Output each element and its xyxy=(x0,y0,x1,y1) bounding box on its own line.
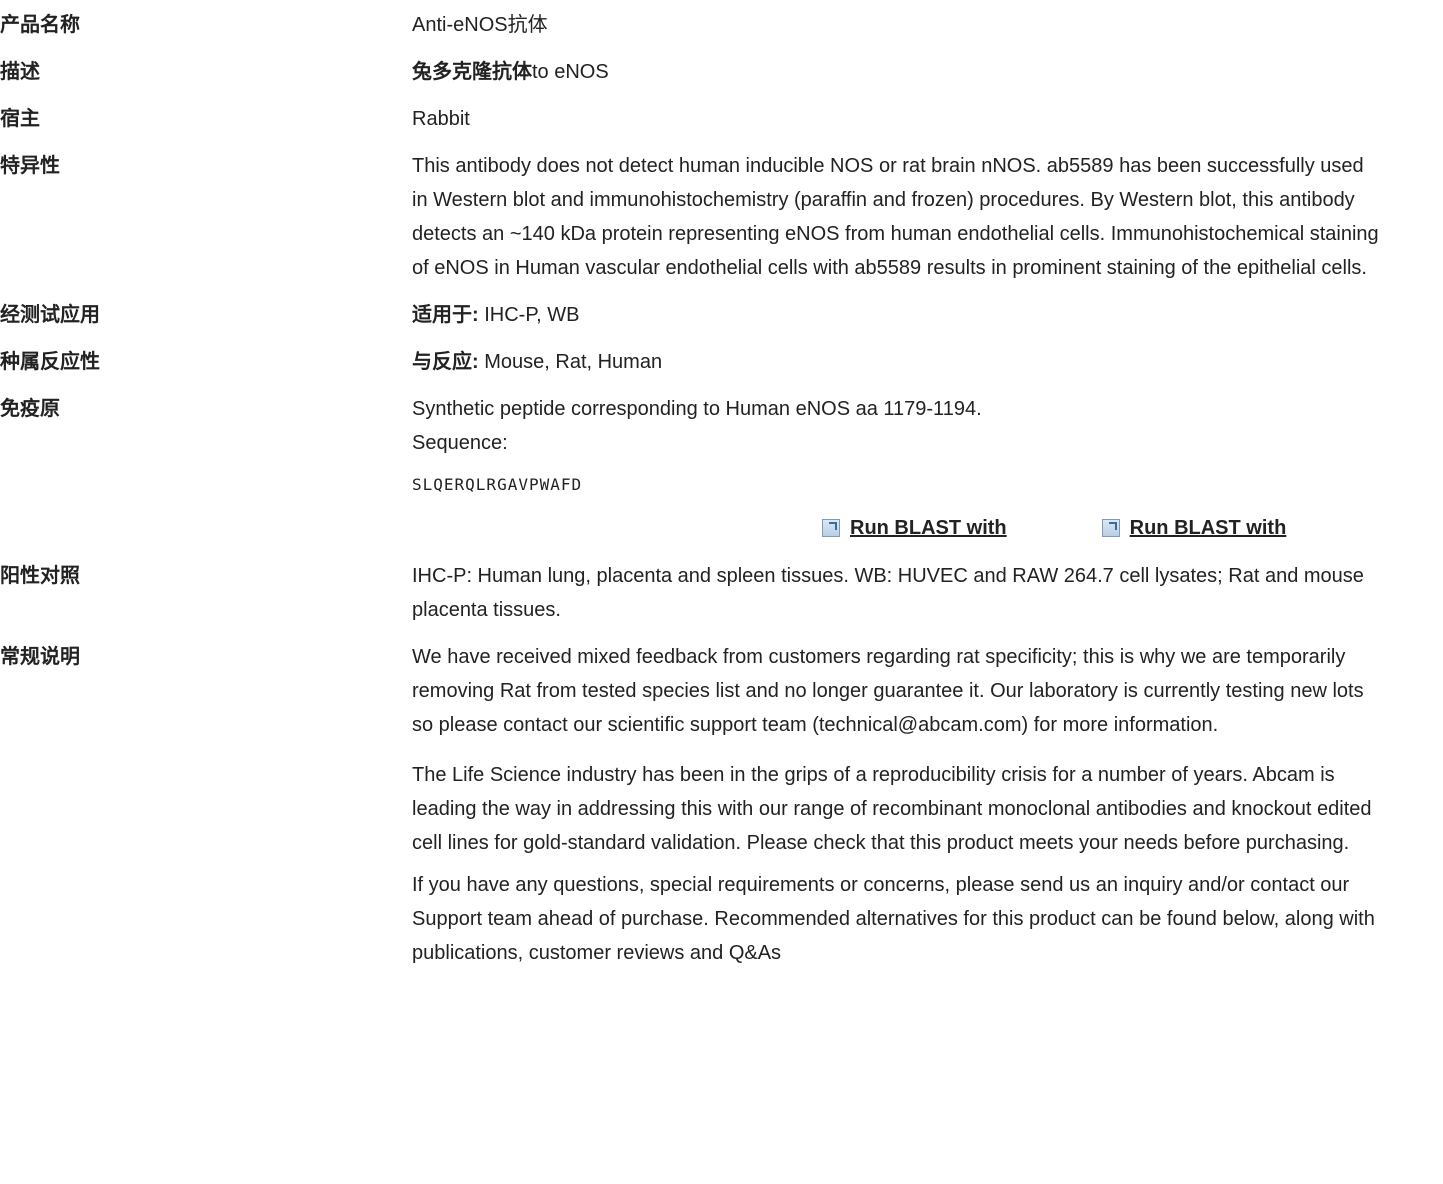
value-immunogen: Synthetic peptide corresponding to Human… xyxy=(412,392,1382,546)
label-specificity: 特异性 xyxy=(0,155,60,177)
label-description: 描述 xyxy=(0,61,40,83)
applications-bold: 适用于: xyxy=(412,304,479,326)
label-general-notes: 常规说明 xyxy=(0,646,80,668)
applications-rest: IHC-P, WB xyxy=(478,304,580,326)
value-host: Rabbit xyxy=(412,108,470,130)
run-blast-label-2: Run BLAST with xyxy=(1129,517,1287,539)
value-description: 兔多克隆抗体to eNOS xyxy=(412,55,1382,89)
notes-gap xyxy=(412,742,1382,758)
reactivity-bold: 与反应: xyxy=(412,351,479,373)
notes-paragraph-2: The Life Science industry has been in th… xyxy=(412,764,1372,854)
external-link-icon xyxy=(1101,519,1120,537)
run-blast-label-1: Run BLAST with xyxy=(850,517,1007,539)
label-product-name: 产品名称 xyxy=(0,14,80,36)
run-blast-link-2[interactable]: Run BLAST with xyxy=(1101,511,1287,545)
row-applications: 经测试应用 适用于: IHC-P, WB xyxy=(0,298,1443,332)
label-reactivity: 种属反应性 xyxy=(0,351,100,373)
row-general-notes: 常规说明 We have received mixed feedback fro… xyxy=(0,640,1443,970)
notes-gap-2 xyxy=(412,860,1382,868)
label-positive-control: 阳性对照 xyxy=(0,565,80,587)
value-specificity: This antibody does not detect human indu… xyxy=(412,155,1379,279)
blast-links: Run BLAST with Run BLAST with xyxy=(412,510,1382,546)
notes-paragraph-3: If you have any questions, special requi… xyxy=(412,874,1375,964)
reactivity-rest: Mouse, Rat, Human xyxy=(478,351,663,373)
immunogen-sequence: SLQERQLRGAVPWAFD xyxy=(412,475,583,494)
label-applications: 经测试应用 xyxy=(0,304,100,326)
value-product-name: Anti-eNOS抗体 xyxy=(412,14,548,36)
row-immunogen: 免疫原 Synthetic peptide corresponding to H… xyxy=(0,392,1443,546)
value-general-notes: We have received mixed feedback from cus… xyxy=(412,640,1382,970)
product-datasheet-table: 产品名称 Anti-eNOS抗体 描述 兔多克隆抗体to eNOS 宿主 Rab… xyxy=(0,0,1443,970)
label-host: 宿主 xyxy=(0,108,40,130)
row-product-name: 产品名称 Anti-eNOS抗体 xyxy=(0,8,1443,42)
value-applications: 适用于: IHC-P, WB xyxy=(412,298,1382,332)
immunogen-line1: Synthetic peptide corresponding to Human… xyxy=(412,398,982,420)
value-reactivity: 与反应: Mouse, Rat, Human xyxy=(412,345,1382,379)
notes-paragraph-1: We have received mixed feedback from cus… xyxy=(412,646,1364,736)
row-positive-control: 阳性对照 IHC-P: Human lung, placenta and spl… xyxy=(0,559,1443,627)
description-bold: 兔多克隆抗体 xyxy=(412,61,532,83)
label-immunogen: 免疫原 xyxy=(0,398,60,420)
row-description: 描述 兔多克隆抗体to eNOS xyxy=(0,55,1443,89)
description-rest: to eNOS xyxy=(532,61,609,83)
row-reactivity: 种属反应性 与反应: Mouse, Rat, Human xyxy=(0,345,1443,379)
value-positive-control: IHC-P: Human lung, placenta and spleen t… xyxy=(412,565,1364,621)
external-link-icon xyxy=(822,519,840,537)
immunogen-line2: Sequence: xyxy=(412,432,508,454)
run-blast-link-1[interactable]: Run BLAST with xyxy=(822,511,1007,545)
row-host: 宿主 Rabbit xyxy=(0,102,1443,136)
row-specificity: 特异性 This antibody does not detect human … xyxy=(0,149,1443,285)
